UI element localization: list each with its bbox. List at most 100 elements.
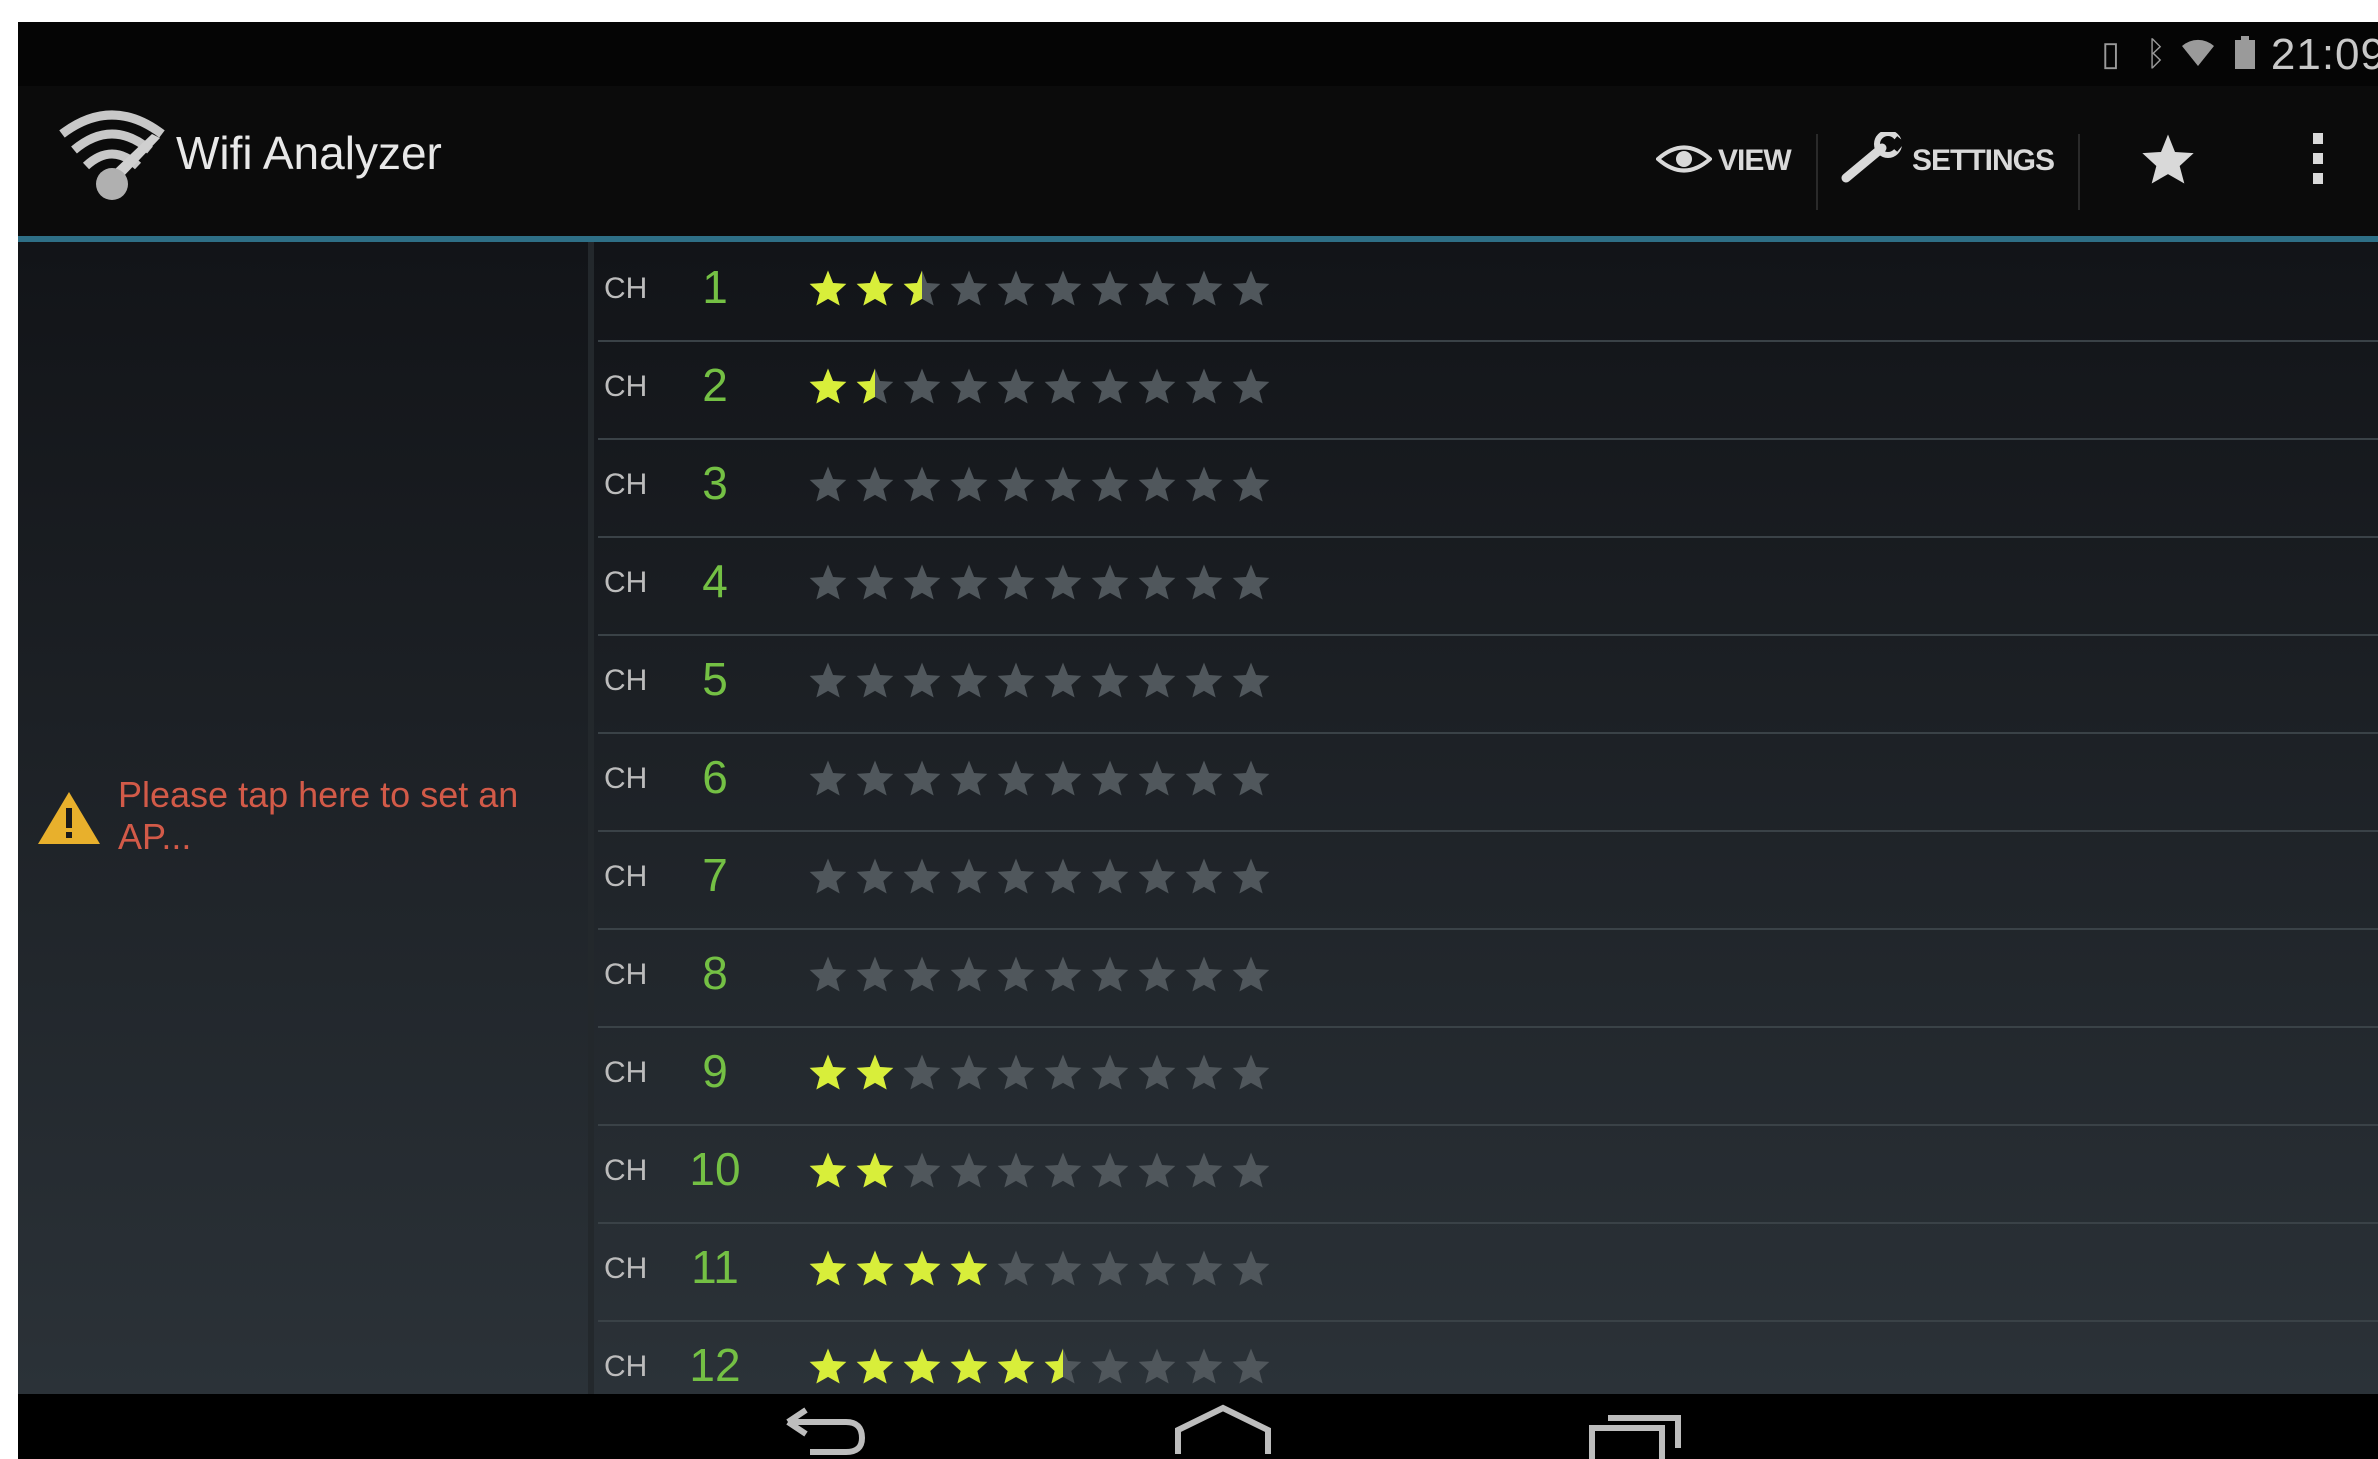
status-bar: ▯ ᛒ 21:09 [18,22,2378,86]
home-button[interactable] [1158,1394,1288,1459]
rating-star-icon [1232,564,1270,600]
ap-selector-panel[interactable]: Please tap here to set an AP... [18,242,588,1394]
rating-star-icon [1185,368,1223,404]
channel-prefix: CH [604,958,648,991]
set-ap-message: Please tap here to set an AP... [118,774,519,857]
rating-star-icon [1044,760,1082,796]
rating-star-icon [1091,1152,1129,1188]
rating-star-icon [997,662,1035,698]
rating-star-icon [1091,1348,1129,1384]
rating-star-icon [903,858,941,894]
main-content: Please tap here to set an AP... CH 1 CH 2 CH… [18,242,2378,1420]
rating-star-icon [1138,1054,1176,1090]
channel-row-11[interactable]: CH 11 [598,1222,2378,1322]
channel-number: 1 [702,261,728,313]
channel-prefix: CH [604,1252,648,1285]
navigation-bar [18,1394,2378,1459]
channel-prefix: CH [604,272,648,305]
channel-row-8[interactable]: CH 8 [598,928,2378,1028]
channel-row-7[interactable]: CH 7 [598,830,2378,930]
channel-row-2[interactable]: CH 2 [598,340,2378,440]
rating-star-icon [1185,1152,1223,1188]
rating-star-icon [809,564,847,600]
rating-star-icon [856,466,894,502]
rating-star-icon [997,1152,1035,1188]
wifi-analyzer-logo-icon[interactable] [48,100,178,210]
device-screen: ▯ ᛒ 21:09 Wifi Analyzer VIEW SETTINGS Pl… [18,22,2378,1459]
channel-prefix: CH [604,664,648,697]
rating-star-icon [1185,1250,1223,1286]
rating-star-icon [997,368,1035,404]
rating-star-icon [809,1250,847,1286]
rating-star-icon [1138,662,1176,698]
rating-star-icon [1044,956,1082,992]
rating-star-icon [903,564,941,600]
wrench-icon [1840,129,1906,191]
rating-star-icon [1091,368,1129,404]
rating-star-icon [856,564,894,600]
rating-star-icon [903,1250,941,1286]
rating-star-icon [1044,1152,1082,1188]
home-icon [1175,1404,1271,1454]
bluetooth-icon: ᛒ [2145,35,2166,73]
rating-star-icon [903,956,941,992]
settings-button[interactable]: SETTINGS [1840,86,2055,236]
overflow-menu-button[interactable] [2288,86,2348,236]
channel-row-3[interactable]: CH 3 [598,438,2378,538]
battery-icon [2234,36,2256,77]
favorite-button[interactable] [2108,86,2228,236]
channel-prefix: CH [604,566,648,599]
channel-row-4[interactable]: CH 4 [598,536,2378,636]
channel-prefix: CH [604,1154,648,1187]
rating-star-icon [1138,1250,1176,1286]
rating-star-icon [997,1054,1035,1090]
rating-star-icon [1091,564,1129,600]
view-button[interactable]: VIEW [1654,86,1792,236]
recent-apps-button[interactable] [1568,1394,1708,1459]
rating-star-icon [1138,858,1176,894]
rating-star-icon [1185,858,1223,894]
rating-star-icon [903,466,941,502]
rating-star-icon [950,662,988,698]
rating-star-icon [950,466,988,502]
rating-star-icon [1091,270,1129,306]
rating-star-icon [1138,270,1176,306]
rating-star-icon [1232,1054,1270,1090]
rating-star-icon [1138,1152,1176,1188]
channel-row-10[interactable]: CH 10 [598,1124,2378,1224]
rating-star-icon [903,1348,941,1384]
vibrate-icon: ▯ [2101,35,2120,73]
rating-star-icon [950,760,988,796]
channel-row-6[interactable]: CH 6 [598,732,2378,832]
rating-star-icon [997,760,1035,796]
rating-star-icon [1138,564,1176,600]
rating-star-icon [856,956,894,992]
rating-star-icon [1232,466,1270,502]
rating-star-icon [1091,466,1129,502]
rating-star-icon [856,760,894,796]
channel-number: 6 [702,751,728,803]
channel-number: 10 [689,1143,741,1195]
rating-star-icon [950,956,988,992]
back-button[interactable] [758,1394,888,1459]
rating-star-icon [950,368,988,404]
channel-prefix: CH [604,762,648,795]
rating-star-icon [1044,270,1082,306]
rating-star-icon [1091,956,1129,992]
rating-star-icon [856,1250,894,1286]
channel-row-1[interactable]: CH 1 [598,242,2378,342]
channel-row-5[interactable]: CH 5 [598,634,2378,734]
action-separator [2078,134,2080,210]
rating-star-icon [950,1054,988,1090]
rating-star-icon [1185,466,1223,502]
channel-prefix: CH [604,1350,648,1383]
warning-icon [36,790,102,851]
star-icon [2140,132,2196,191]
channel-row-9[interactable]: CH 9 [598,1026,2378,1126]
rating-star-icon [950,1348,988,1384]
rating-star-icon [903,1054,941,1090]
rating-star-icon [1232,858,1270,894]
rating-star-icon [997,564,1035,600]
rating-star-icon [1232,368,1270,404]
rating-star-icon [1232,1152,1270,1188]
